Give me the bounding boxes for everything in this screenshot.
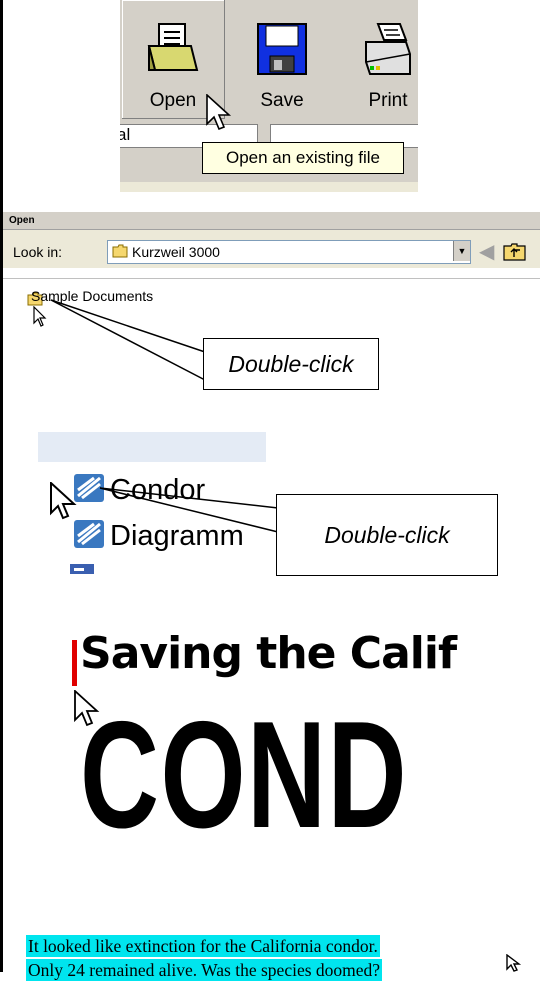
text-cursor-bar <box>72 640 77 686</box>
highlighted-line-1: It looked like extinction for the Califo… <box>26 935 380 957</box>
mouse-pointer-icon <box>506 954 522 972</box>
document-subtitle: Saving the Calif <box>80 628 457 679</box>
document-heading-wrap: COND <box>80 700 480 850</box>
highlighted-line-2: Only 24 remained alive. Was the species … <box>26 959 383 981</box>
double-click-callout: Double-click <box>276 494 498 576</box>
document-heading: COND <box>80 700 408 850</box>
